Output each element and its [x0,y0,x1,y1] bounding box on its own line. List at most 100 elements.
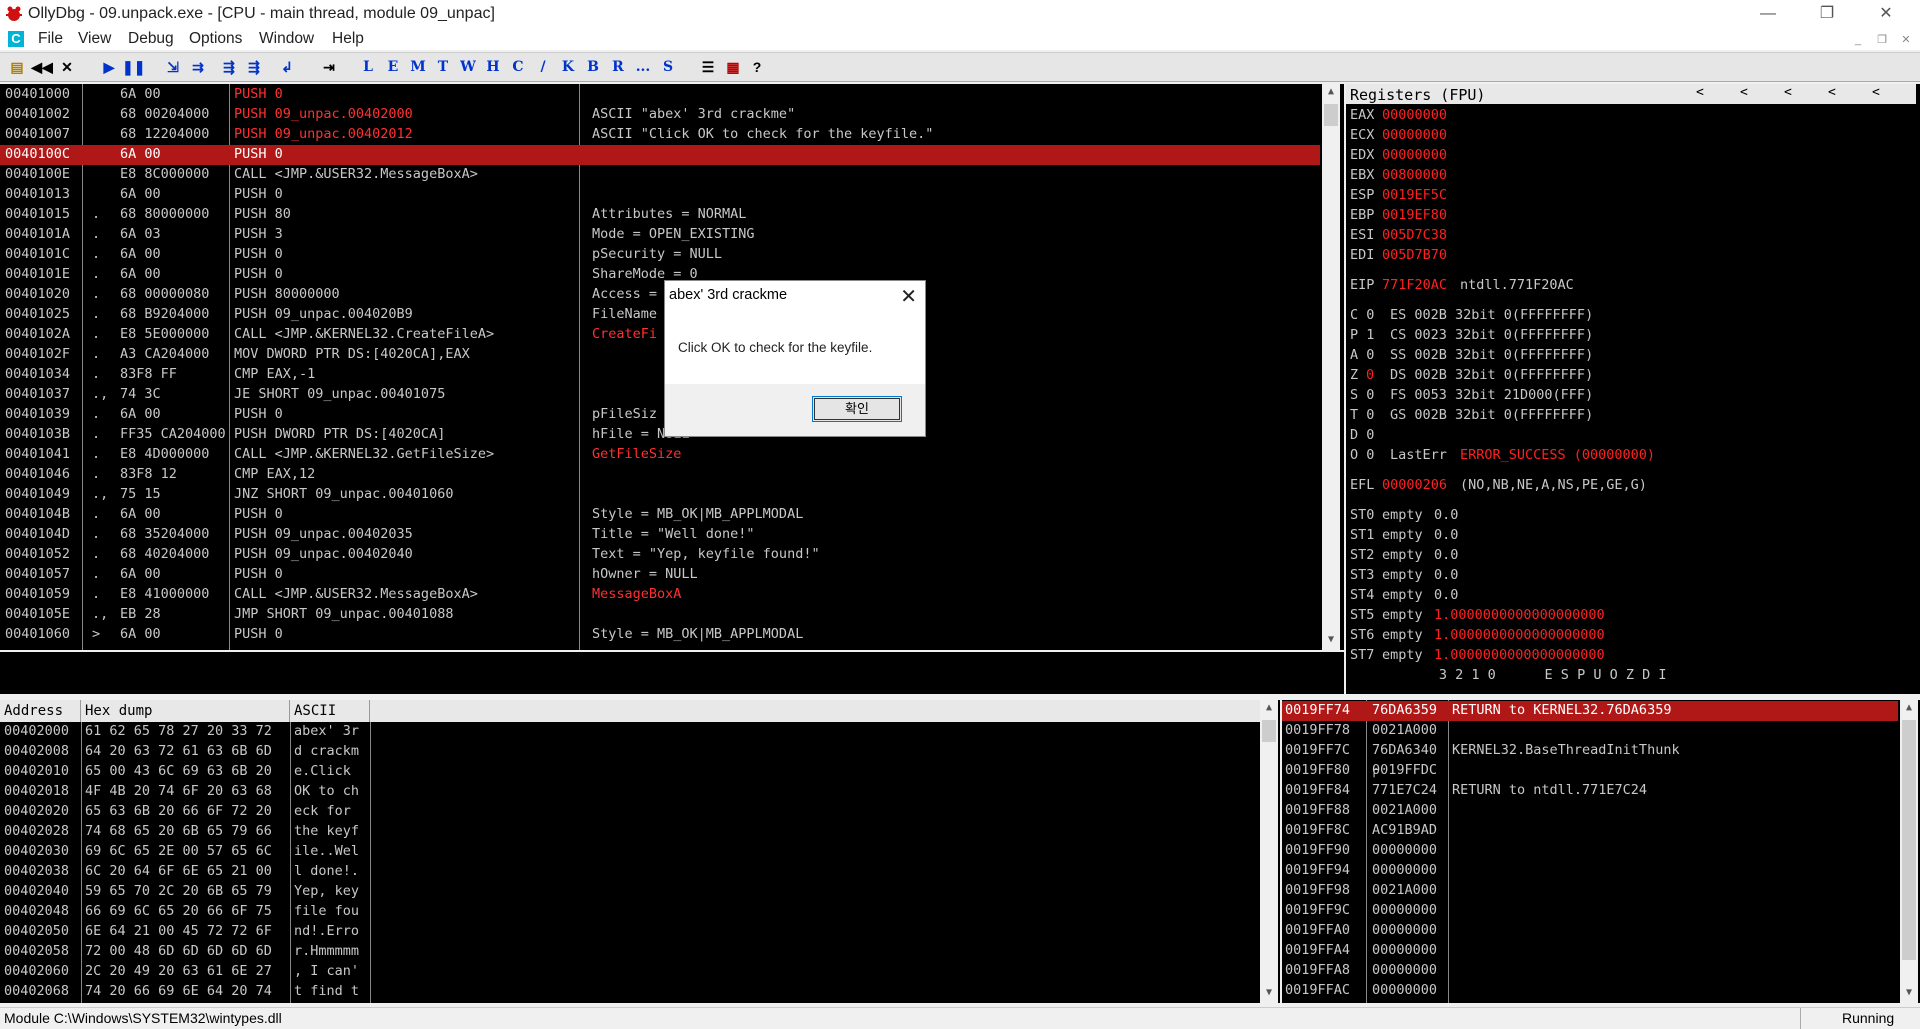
registers-pane[interactable]: Registers (FPU) < < < < < EAX 00000000 ECX… [1346,84,1920,694]
dump-row[interactable]: 00402008 64 20 63 72 61 63 6B 6D d crackm [0,742,1258,762]
scroll-thumb[interactable] [1262,720,1276,742]
register-row[interactable]: 3 2 1 0 E S P U O Z D I [1346,666,1906,686]
pause-icon[interactable]: ❚❚ [122,57,145,78]
minimize-button[interactable]: — [1745,0,1791,28]
dump-row[interactable]: 00402040 59 65 70 2C 20 6B 65 79 Yep, key [0,882,1258,902]
disasm-row[interactable]: 0040101E. 6A 00 PUSH 0 ShareMode = 0 [0,265,1320,285]
stack-row[interactable]: 0019FF7C 76DA6340 KERNEL32.BaseThreadInitT… [1282,741,1898,761]
disasm-row[interactable]: 00401046. 83F8 12 CMP EAX,12 [0,465,1320,485]
dump-row[interactable]: 00402020 65 63 6B 20 66 6F 72 20 eck for [0,802,1258,822]
cpu-button[interactable]: C [507,57,529,78]
chevron-left-icon[interactable]: < [1784,85,1792,100]
register-row[interactable]: ST4 empty 0.0 [1346,586,1906,606]
disasm-row[interactable]: 00401000 6A 00 PUSH 0 [0,85,1320,105]
dump-header-ascii[interactable]: ASCII [290,700,370,722]
open-icon[interactable]: ▤ [6,57,28,78]
references-button[interactable]: R [607,57,629,78]
mdi-minimize-button[interactable]: _ [1850,33,1866,47]
disasm-row[interactable]: 0040100C 6A 00 PUSH 0 [0,145,1320,165]
memory-map-button[interactable]: M [407,57,429,78]
disasm-row[interactable]: 0040103B. FF35 CA204000 PUSH DWORD PTR DS:… [0,425,1320,445]
stack-row[interactable]: 0019FF94 00000000 [1282,861,1898,881]
scroll-down-icon[interactable]: ▼ [1260,985,1278,1001]
register-row[interactable]: EAX 00000000 [1346,106,1906,126]
trace-over-icon[interactable]: ⇶ [243,57,265,78]
patches-button[interactable]: / [532,57,554,78]
dump-header-address[interactable]: Address [0,700,81,722]
menu-view[interactable]: View [78,30,111,48]
disasm-row[interactable]: 00401034. 83F8 FF CMP EAX,-1 [0,365,1320,385]
disasm-row[interactable]: 00401039. 6A 00 PUSH 0 pFileSiz [0,405,1320,425]
disasm-row[interactable]: 00401052. 68 40204000 PUSH 09_unpac.004020… [0,545,1320,565]
menu-debug[interactable]: Debug [128,30,174,48]
scroll-up-icon[interactable]: ▲ [1260,700,1278,716]
stack-pane[interactable]: 0019FF74 76DA6359 RETURN to KERNEL32.76DA6… [1282,700,1920,1003]
scroll-up-icon[interactable]: ▲ [1900,700,1918,716]
disasm-row[interactable]: 00401049., 75 15 JNZ SHORT 09_unpac.004010… [0,485,1320,505]
disasm-row[interactable]: 0040100E E8 8C000000 CALL <JMP.&USER32.Mes… [0,165,1320,185]
menu-help[interactable]: Help [332,30,364,48]
restore-button[interactable]: ❐ [1804,0,1850,28]
mdi-restore-button[interactable]: ❐ [1874,33,1890,47]
dump-row[interactable]: 00402018 4F 4B 20 74 6F 20 63 68 OK to ch [0,782,1258,802]
source-button[interactable]: S [657,57,679,78]
register-row[interactable]: T 0 GS 002B 32bit 0(FFFFFFFF) [1346,406,1906,426]
dump-row[interactable]: 00402060 2C 20 49 20 63 61 6E 27 , I can' [0,962,1258,982]
dump-header-hex[interactable]: Hex dump [81,700,290,722]
stack-row[interactable]: 0019FFAC 00000000 [1282,981,1898,1001]
disasm-row[interactable]: 00401059. E8 41000000 CALL <JMP.&USER32.Me… [0,585,1320,605]
stack-row[interactable]: 0019FF80 ┌ 0019FFDC [1282,761,1898,781]
disasm-row[interactable]: 00401041. E8 4D000000 CALL <JMP.&KERNEL32.… [0,445,1320,465]
register-row[interactable]: EFL 00000206 (NO,NB,NE,A,NS,PE,GE,G) [1346,476,1906,496]
disasm-row[interactable]: 0040104D. 68 35204000 PUSH 09_unpac.004020… [0,525,1320,545]
stack-row[interactable]: 0019FF98 0021A000 [1282,881,1898,901]
call-stack-button[interactable]: K [557,57,579,78]
threads-button[interactable]: T [432,57,454,78]
disasm-row[interactable]: 00401007 68 12204000 PUSH 09_unpac.0040201… [0,125,1320,145]
cpu-window-icon[interactable]: C [8,31,24,47]
register-row[interactable]: EBP 0019EF80 [1346,206,1906,226]
register-row[interactable]: EIP 771F20AC ntdll.771F20AC [1346,276,1906,296]
dump-pane[interactable]: Address Hex dump ASCII 00402000 61 62 65 … [0,700,1280,1003]
chevron-left-icon[interactable]: < [1828,85,1836,100]
register-row[interactable]: EBX 00800000 [1346,166,1906,186]
dump-row[interactable]: 00402028 74 68 65 20 6B 65 79 66 the keyf [0,822,1258,842]
disasm-row[interactable]: 00401015. 68 80000000 PUSH 80 Attributes = … [0,205,1320,225]
stack-row[interactable]: 0019FF8C AC91B9AD [1282,821,1898,841]
register-row[interactable]: EDI 005D7B70 [1346,246,1906,266]
step-into-icon[interactable]: ⇲ [162,57,184,78]
dump-row[interactable]: 00402000 61 62 65 78 27 20 33 72 abex' 3r [0,722,1258,742]
register-row[interactable]: A 0 SS 002B 32bit 0(FFFFFFFF) [1346,346,1906,366]
register-row[interactable]: S 0 FS 0053 32bit 21D000(FFF) [1346,386,1906,406]
grid-icon[interactable]: ▦ [722,57,744,78]
stack-row[interactable]: 0019FFA0 00000000 [1282,921,1898,941]
dump-row[interactable]: 00402030 69 6C 65 2E 00 57 65 6C ile..Wel [0,842,1258,862]
dialog-close-icon[interactable]: ✕ [900,284,917,309]
run-trace-button[interactable]: ... [632,57,654,78]
disasm-row[interactable]: 0040102A. E8 5E000000 CALL <JMP.&KERNEL32.… [0,325,1320,345]
register-row[interactable]: ST1 empty 0.0 [1346,526,1906,546]
chevron-left-icon[interactable]: < [1696,85,1704,100]
stack-row[interactable]: 0019FFA8 00000000 [1282,961,1898,981]
log-window-button[interactable]: L [357,57,379,78]
register-row[interactable]: D 0 [1346,426,1906,446]
disasm-row[interactable]: 00401002 68 00204000 PUSH 09_unpac.0040200… [0,105,1320,125]
dump-row[interactable]: 00402038 6C 20 64 6F 6E 65 21 00 l done!. [0,862,1258,882]
dump-row[interactable]: 00402050 6E 64 21 00 45 72 72 6F nd!.Erro [0,922,1258,942]
rewind-icon[interactable]: ◀◀ [31,57,53,78]
register-row[interactable]: ECX 00000000 [1346,126,1906,146]
disasm-row[interactable]: 0040104B. 6A 00 PUSH 0 Style = MB_OK|MB_APP… [0,505,1320,525]
trace-into-icon[interactable]: ⇶ [218,57,240,78]
menu-window[interactable]: Window [259,30,314,48]
windows-button[interactable]: W [457,57,479,78]
stack-scrollbar[interactable]: ▲ ▼ [1900,700,1918,1003]
scroll-up-icon[interactable]: ▲ [1322,84,1340,100]
dump-scrollbar[interactable]: ▲ ▼ [1260,700,1278,1003]
disasm-row[interactable]: 00401025. 68 B9204000 PUSH 09_unpac.004020… [0,305,1320,325]
stack-row[interactable]: 0019FF84 771E7C24 RETURN to ntdll.771E7C24 [1282,781,1898,801]
disasm-row[interactable]: 0040105E., EB 28 JMP SHORT 09_unpac.004010… [0,605,1320,625]
register-row[interactable]: ST2 empty 0.0 [1346,546,1906,566]
scroll-down-icon[interactable]: ▼ [1900,985,1918,1001]
goto-icon[interactable]: ⇥ [318,57,340,78]
chevron-left-icon[interactable]: < [1872,85,1880,100]
